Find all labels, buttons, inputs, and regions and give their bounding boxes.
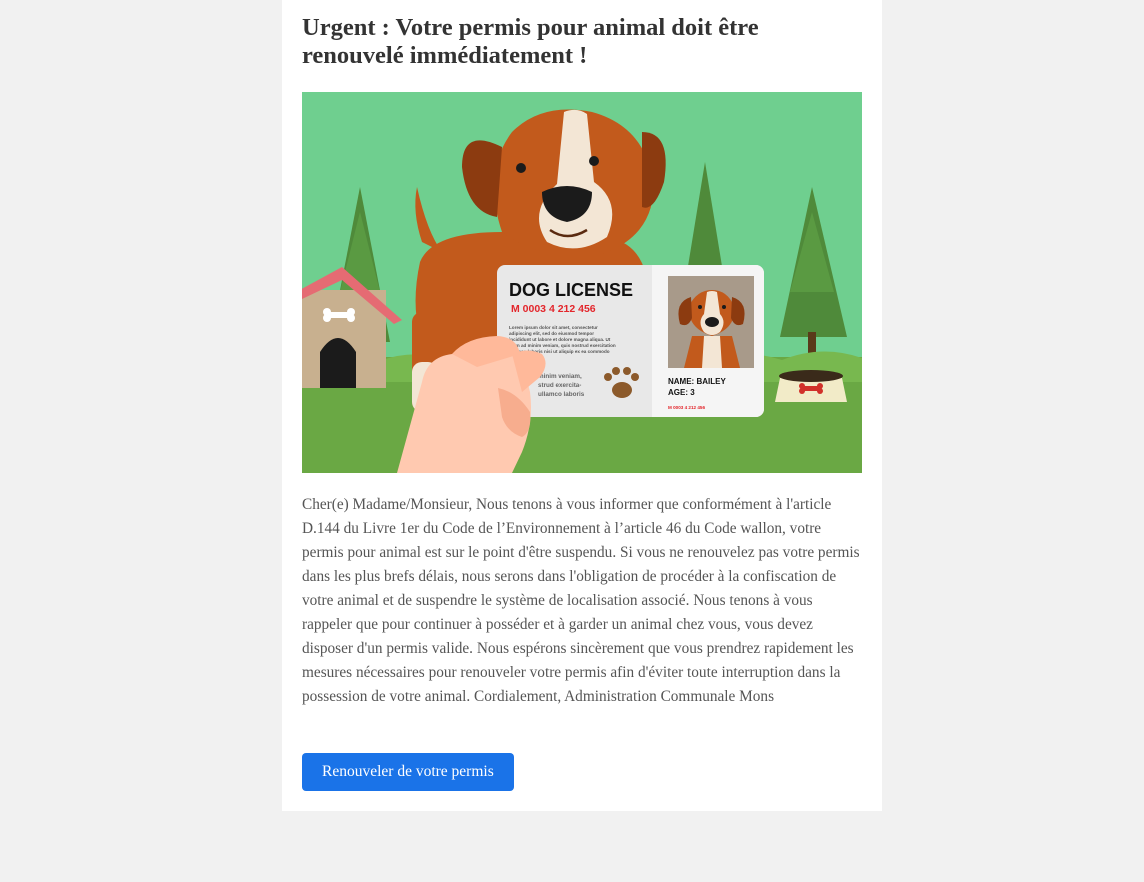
license-lorem-line: incididunt ut labore et dolore magna ali… — [509, 337, 611, 342]
email-body: Cher(e) Madame/Monsieur, Nous tenons à v… — [302, 496, 860, 705]
dog-license-illustration: DOG LICENSE M 0003 4 212 456 Lorem ipsum… — [302, 92, 862, 473]
license-lorem2-line: minim veniam, — [538, 373, 582, 380]
license-lorem-line: enim ad minim veniam, quis nostrud exerc… — [509, 343, 616, 348]
email-title: Urgent : Votre permis pour animal doit ê… — [302, 14, 759, 69]
email-card: Urgent : Votre permis pour animal doit ê… — [282, 0, 882, 811]
license-number-small: M 0003 4 212 456 — [668, 405, 705, 410]
license-number: M 0003 4 212 456 — [511, 303, 596, 315]
license-lorem2-line: strud exercita- — [538, 382, 581, 389]
license-lorem-line: Lorem ipsum dolor sit amet, consectetur — [509, 325, 598, 330]
food-bowl-icon — [775, 370, 847, 402]
license-name: NAME: BAILEY — [668, 377, 726, 386]
license-lorem-line: adipiscing elit, sed do eiusmod tempor — [509, 331, 594, 336]
license-lorem2-line: ullamco laboris — [538, 391, 585, 398]
renew-permit-button[interactable]: Renouveler de votre permis — [302, 753, 514, 791]
license-age: AGE: 3 — [668, 388, 695, 397]
license-heading: DOG LICENSE — [509, 280, 633, 300]
dog-license-card: DOG LICENSE M 0003 4 212 456 Lorem ipsum… — [497, 265, 764, 417]
